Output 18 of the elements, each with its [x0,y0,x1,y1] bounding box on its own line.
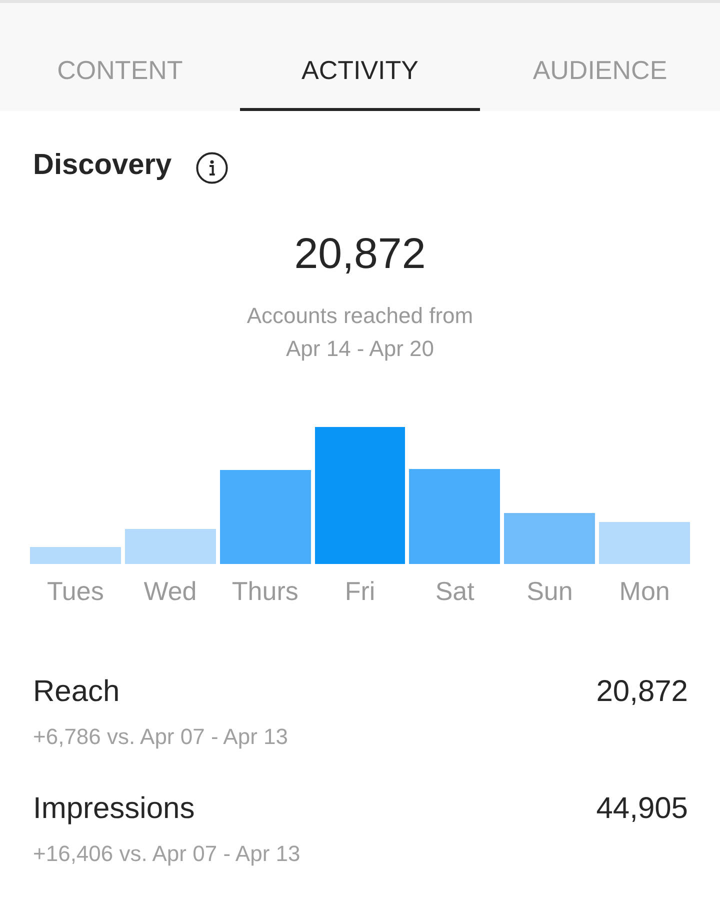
day-label: Thurs [232,577,298,605]
day-label: Tues [47,577,104,605]
metric-change: +16,406 vs. Apr 07 - Apr 13 [33,840,302,868]
day-label: Wed [144,577,197,605]
day-label: Sun [526,577,573,605]
day-label: Fri [344,577,376,605]
metric-label: Reach [33,675,120,709]
metric-value: 20,872 [596,675,688,709]
info-icon[interactable] [196,152,228,184]
caption-text: Accounts reached from [246,302,474,330]
section-title: Discovery [33,148,172,182]
metric-value: 44,905 [596,792,688,826]
metric-change: +6,786 vs. Apr 07 - Apr 13 [33,723,289,751]
accounts-reached-total: 20,872 [294,230,426,278]
day-label: Sat [435,577,474,605]
metric-label: Impressions [33,792,195,826]
date-range: Apr 14 - Apr 20 [286,335,434,363]
day-label: Mon [619,577,670,605]
